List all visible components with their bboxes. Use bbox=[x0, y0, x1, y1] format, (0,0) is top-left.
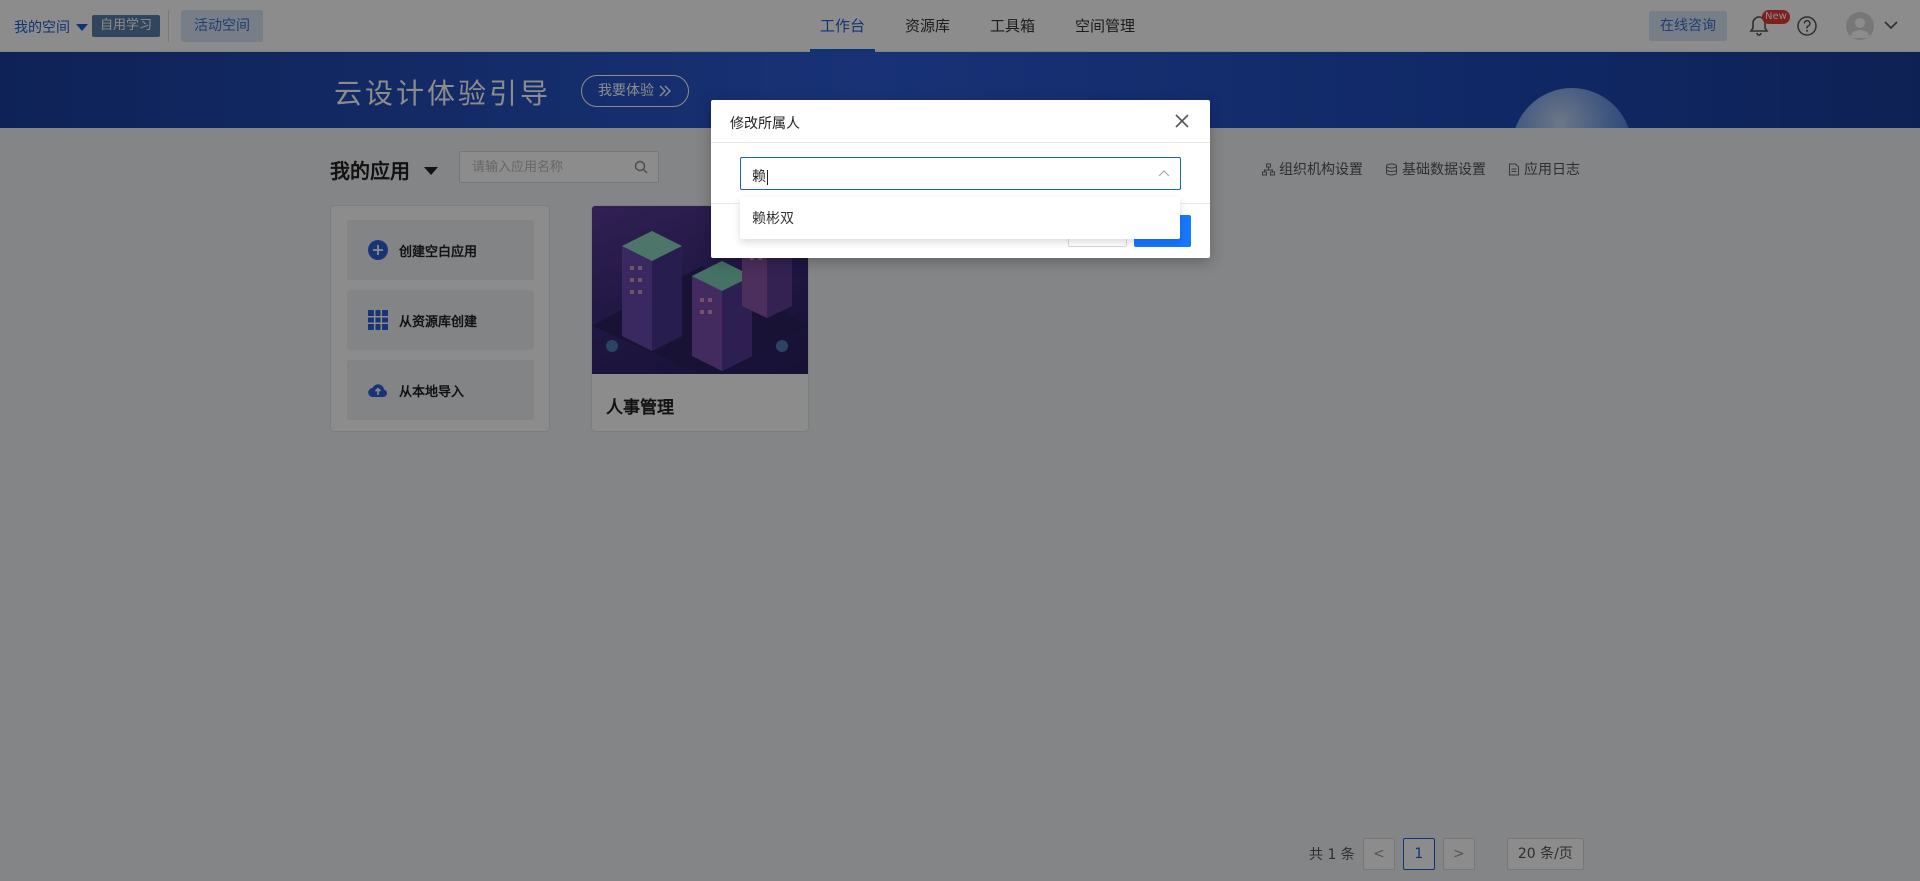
chevron-up-icon[interactable] bbox=[1158, 169, 1170, 179]
owner-select-input[interactable]: 赖 bbox=[752, 169, 766, 185]
close-icon[interactable] bbox=[1173, 112, 1191, 130]
owner-option[interactable]: 赖彬双 bbox=[752, 208, 794, 228]
text-cursor bbox=[767, 169, 768, 185]
owner-dropdown: 赖彬双 bbox=[740, 197, 1180, 239]
dialog-header: 修改所属人 bbox=[711, 100, 1210, 143]
dialog-title: 修改所属人 bbox=[730, 116, 800, 132]
owner-select[interactable]: 赖 bbox=[740, 157, 1181, 190]
